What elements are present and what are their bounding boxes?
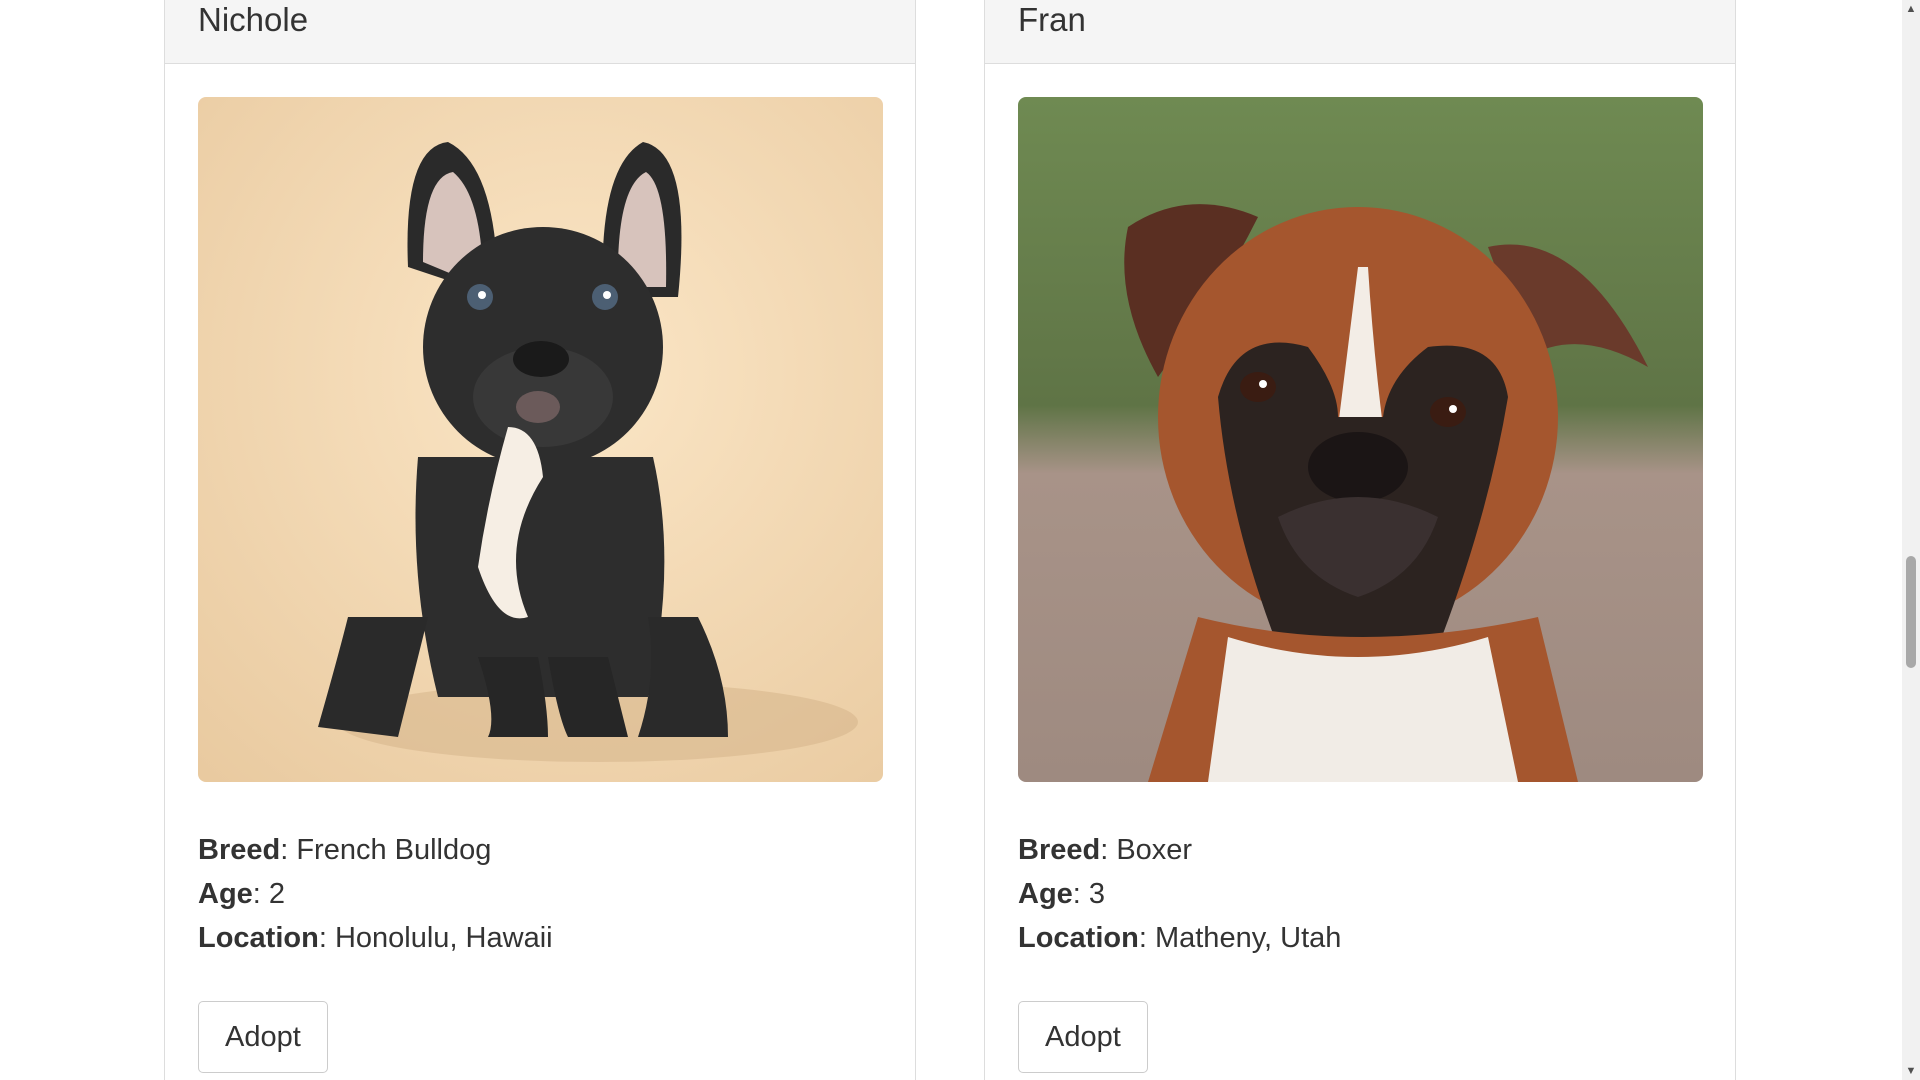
age-row: Age: 3 <box>1018 878 1106 910</box>
location-value: Matheny, Utah <box>1154 922 1342 954</box>
dog-card-body: Breed: Boxer Age: 3 Location: Matheny, U… <box>985 64 1735 1073</box>
breed-label: Breed <box>1018 834 1101 866</box>
french-bulldog-photo <box>198 97 883 782</box>
dog-name-heading: Nichole <box>165 0 915 64</box>
dog-photo <box>1018 97 1703 782</box>
age-row: Age: 2 <box>198 878 286 910</box>
location-value: Honolulu, Hawaii <box>334 922 553 954</box>
adopt-button[interactable]: Adopt <box>1018 1001 1148 1073</box>
boxer-photo <box>1018 97 1703 782</box>
scroll-up-arrow-icon[interactable]: ▲ <box>1902 0 1920 18</box>
age-value: 3 <box>1088 878 1106 910</box>
breed-row: Breed: Boxer <box>1018 834 1193 866</box>
location-row: Location: Honolulu, Hawaii <box>198 922 553 954</box>
dog-photo <box>198 97 883 782</box>
dog-info: Breed: Boxer Age: 3 Location: Matheny, U… <box>1018 828 1702 960</box>
location-label: Location <box>198 922 319 954</box>
location-label: Location <box>1018 922 1139 954</box>
dog-name-heading: Fran <box>985 0 1735 64</box>
breed-value: Boxer <box>1116 834 1193 866</box>
breed-row: Breed: French Bulldog <box>198 834 492 866</box>
adopt-button[interactable]: Adopt <box>198 1001 328 1073</box>
age-label: Age <box>1018 878 1073 910</box>
vertical-scrollbar[interactable]: ▲ ▼ <box>1902 0 1920 1080</box>
scroll-down-arrow-icon[interactable]: ▼ <box>1902 1062 1920 1080</box>
dog-card-nichole: Nichole Breed: French Bulldog Age: 2 Loc… <box>164 0 916 1080</box>
age-label: Age <box>198 878 253 910</box>
breed-value: French Bulldog <box>296 834 492 866</box>
page: Nichole Breed: French Bulldog Age: 2 Loc… <box>0 0 1920 1080</box>
location-row: Location: Matheny, Utah <box>1018 922 1342 954</box>
dog-card-body: Breed: French Bulldog Age: 2 Location: H… <box>165 64 915 1073</box>
breed-label: Breed <box>198 834 281 866</box>
scrollbar-thumb[interactable] <box>1906 556 1916 668</box>
dog-info: Breed: French Bulldog Age: 2 Location: H… <box>198 828 882 960</box>
age-value: 2 <box>268 878 286 910</box>
dog-card-fran: Fran Breed: Boxer Age: 3 Location: Mathe… <box>984 0 1736 1080</box>
